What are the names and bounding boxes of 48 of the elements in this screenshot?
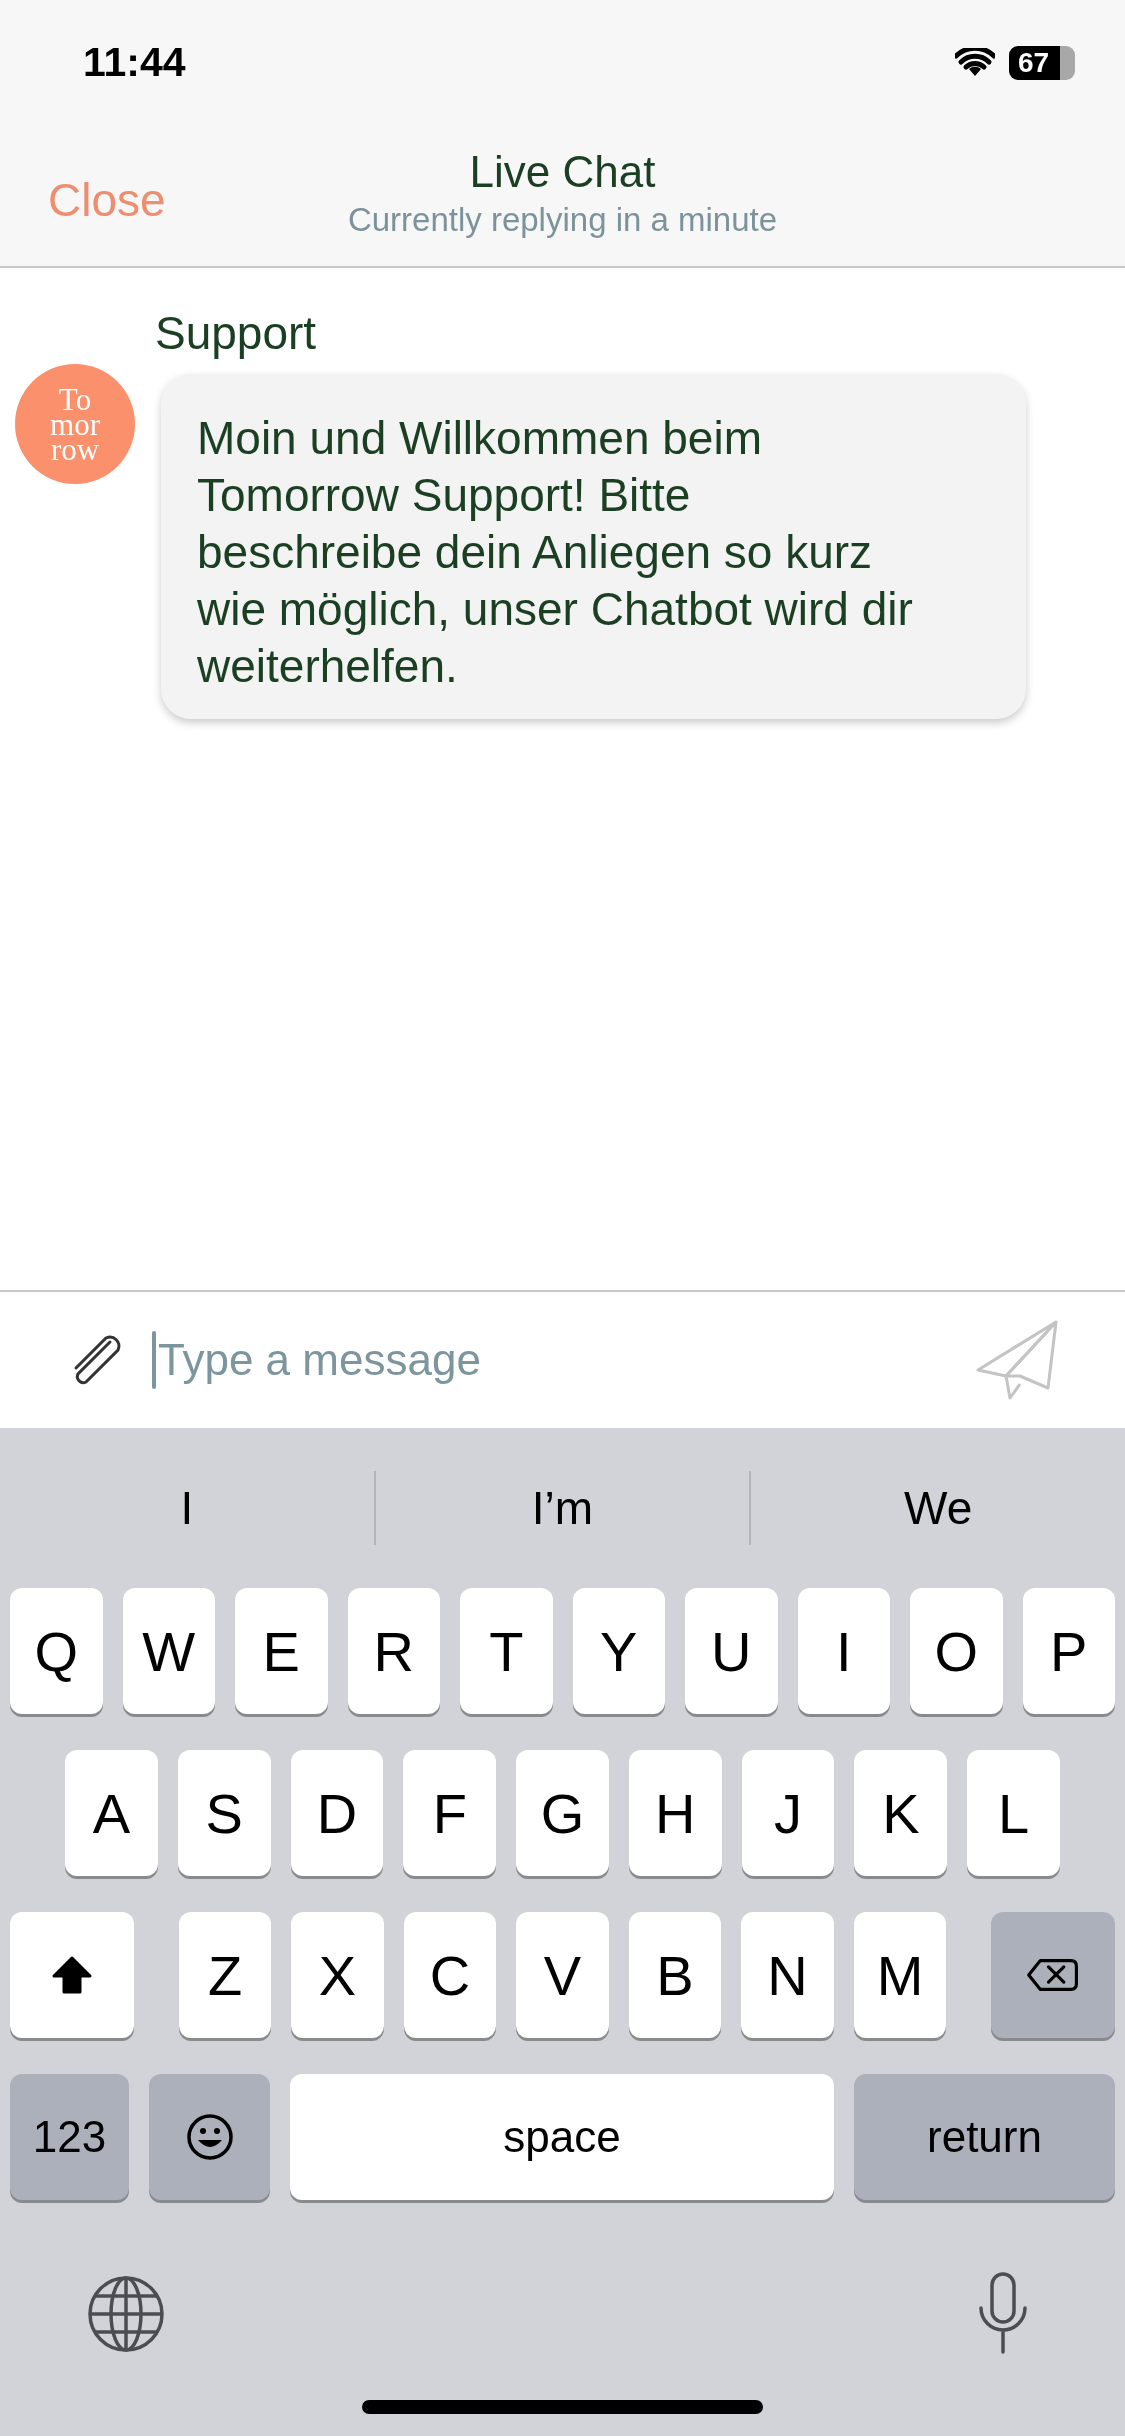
globe-icon[interactable] — [86, 2274, 166, 2354]
smiley-icon — [184, 2112, 235, 2162]
letter-key[interactable]: D — [290, 1750, 384, 1876]
space-bar[interactable]: space — [290, 2074, 834, 2200]
emoji-key[interactable] — [149, 2074, 270, 2200]
letter-key[interactable]: I — [797, 1588, 890, 1714]
sender-name: Support — [155, 306, 318, 360]
letter-key[interactable]: X — [291, 1912, 384, 2038]
letter-key[interactable]: G — [516, 1750, 609, 1876]
letter-key[interactable]: Y — [572, 1588, 665, 1714]
battery-indicator: 67 — [1009, 45, 1075, 80]
chat-title: Live Chat — [469, 146, 656, 197]
letter-key[interactable]: L — [967, 1750, 1061, 1876]
suggestion[interactable]: I’m — [375, 1481, 750, 1535]
letter-key[interactable]: K — [854, 1750, 948, 1876]
letter-key[interactable]: V — [516, 1912, 609, 2038]
suggestion[interactable]: I — [0, 1481, 374, 1535]
letter-key[interactable]: C — [403, 1912, 497, 2038]
clock-time: 11:44 — [83, 39, 186, 86]
numbers-key[interactable]: 123 — [10, 2074, 129, 2200]
letter-key[interactable]: S — [177, 1750, 271, 1876]
letter-key[interactable]: M — [853, 1912, 947, 2038]
wifi-icon — [955, 47, 995, 78]
letter-key[interactable]: B — [628, 1912, 722, 2038]
letter-key[interactable]: E — [235, 1588, 328, 1714]
letter-key[interactable]: W — [122, 1588, 215, 1714]
letter-key[interactable]: U — [685, 1588, 778, 1714]
text-cursor — [152, 1331, 156, 1389]
avatar-logo: To mor row — [15, 364, 135, 484]
shift-icon — [50, 1954, 94, 1996]
letter-key[interactable]: N — [741, 1912, 834, 2038]
chat-subtitle: Currently replying in a minute — [347, 200, 778, 239]
letter-key[interactable]: Q — [10, 1588, 103, 1714]
letter-key[interactable]: A — [65, 1750, 158, 1876]
letter-key[interactable]: H — [628, 1750, 722, 1876]
letter-key[interactable]: T — [460, 1588, 553, 1714]
letter-key[interactable]: O — [910, 1588, 1003, 1714]
shift-key[interactable] — [10, 1912, 134, 2038]
suggestion[interactable]: We — [751, 1481, 1125, 1535]
delete-key[interactable] — [991, 1912, 1115, 2038]
letter-key[interactable]: Z — [178, 1912, 272, 2038]
letter-key[interactable]: R — [347, 1588, 440, 1714]
return-key[interactable]: return — [854, 2074, 1115, 2200]
message-bubble: Moin und Willkommen beim Tomorrow Support! Bitte beschreibe dein Anliegen so kurz wie möglich, unser Chatbot wird dir weiterhelfen. — [161, 374, 1026, 719]
letter-key[interactable]: F — [403, 1750, 497, 1876]
letter-key[interactable]: P — [1022, 1588, 1115, 1714]
letter-key[interactable]: J — [741, 1750, 835, 1876]
message-field[interactable]: Type a message — [156, 1335, 976, 1385]
